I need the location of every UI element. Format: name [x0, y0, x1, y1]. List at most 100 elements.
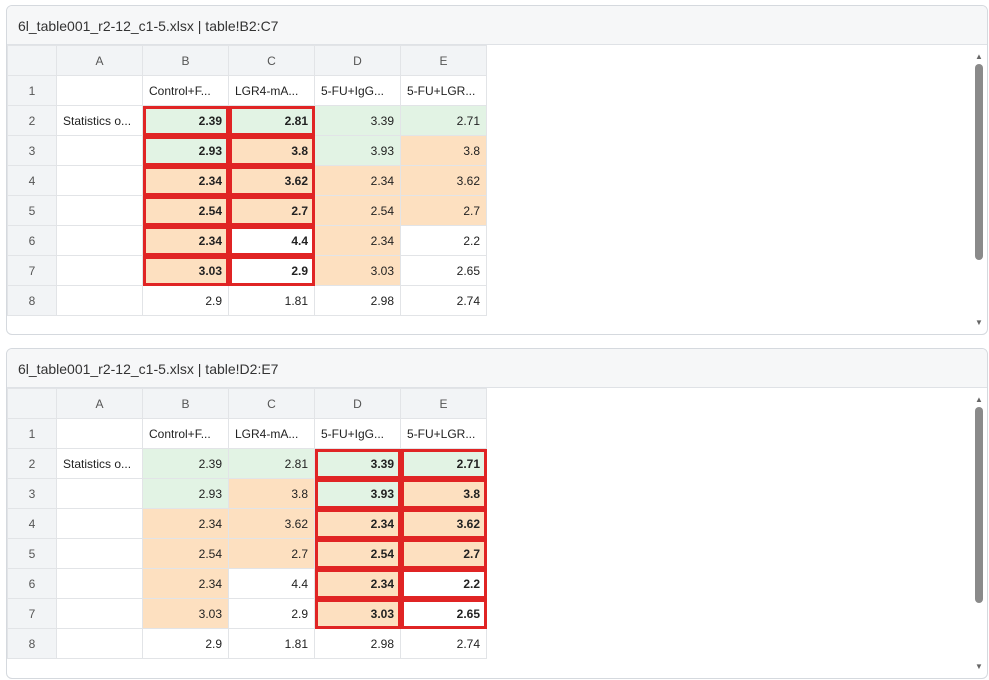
cell[interactable]: [56, 165, 143, 196]
row-header[interactable]: 7: [7, 255, 57, 286]
row-header[interactable]: 5: [7, 538, 57, 569]
row-header[interactable]: 3: [7, 478, 57, 509]
cell[interactable]: [56, 598, 143, 629]
cell[interactable]: 3.93: [314, 135, 401, 166]
cell[interactable]: 2.98: [314, 628, 401, 659]
cell[interactable]: [56, 418, 143, 449]
column-header-a[interactable]: A: [56, 388, 143, 419]
scroll-down-icon[interactable]: ▼: [973, 662, 985, 672]
cell[interactable]: Statistics o...: [56, 105, 143, 136]
cell[interactable]: 2.34: [142, 225, 229, 256]
cell[interactable]: [56, 628, 143, 659]
cell[interactable]: 2.98: [314, 285, 401, 316]
cell[interactable]: 2.81: [228, 448, 315, 479]
row-header[interactable]: 1: [7, 75, 57, 106]
column-header-e[interactable]: E: [400, 45, 487, 76]
row-header[interactable]: 8: [7, 285, 57, 316]
cell[interactable]: 2.34: [314, 225, 401, 256]
row-header[interactable]: 1: [7, 418, 57, 449]
vertical-scrollbar[interactable]: ▲ ▼: [973, 391, 985, 676]
cell[interactable]: 2.2: [400, 225, 487, 256]
cell[interactable]: [56, 225, 143, 256]
cell[interactable]: [56, 508, 143, 539]
cell[interactable]: 3.03: [314, 598, 401, 629]
cell[interactable]: 2.54: [314, 195, 401, 226]
row-header[interactable]: 5: [7, 195, 57, 226]
cell[interactable]: [56, 478, 143, 509]
cell[interactable]: 5-FU+IgG...: [314, 418, 401, 449]
cell[interactable]: 2.34: [314, 508, 401, 539]
cell[interactable]: Control+F...: [142, 75, 229, 106]
cell[interactable]: 2.9: [142, 628, 229, 659]
cell[interactable]: 2.65: [400, 598, 487, 629]
cell[interactable]: 2.81: [228, 105, 315, 136]
cell[interactable]: 2.93: [142, 135, 229, 166]
cell[interactable]: 2.34: [142, 165, 229, 196]
row-header[interactable]: 2: [7, 448, 57, 479]
row-header[interactable]: 2: [7, 105, 57, 136]
cell[interactable]: 2.71: [400, 448, 487, 479]
cell[interactable]: 3.39: [314, 105, 401, 136]
cell[interactable]: 2.7: [228, 538, 315, 569]
row-header[interactable]: 6: [7, 225, 57, 256]
cell[interactable]: 3.03: [142, 598, 229, 629]
cell[interactable]: 2.7: [400, 195, 487, 226]
cell[interactable]: 3.39: [314, 448, 401, 479]
cell[interactable]: 2.9: [228, 598, 315, 629]
cell[interactable]: 2.54: [142, 195, 229, 226]
cell[interactable]: [56, 255, 143, 286]
row-header[interactable]: 3: [7, 135, 57, 166]
cell[interactable]: 3.03: [314, 255, 401, 286]
cell[interactable]: LGR4-mA...: [228, 75, 315, 106]
row-header[interactable]: 8: [7, 628, 57, 659]
cell[interactable]: 3.8: [228, 135, 315, 166]
cell[interactable]: [56, 285, 143, 316]
column-header-b[interactable]: B: [142, 45, 229, 76]
cell[interactable]: Statistics o...: [56, 448, 143, 479]
cell[interactable]: 3.8: [400, 478, 487, 509]
cell[interactable]: 4.4: [228, 225, 315, 256]
cell[interactable]: 2.34: [314, 165, 401, 196]
column-header-c[interactable]: C: [228, 45, 315, 76]
cell[interactable]: 2.39: [142, 448, 229, 479]
row-header[interactable]: 6: [7, 568, 57, 599]
cell[interactable]: 2.34: [142, 568, 229, 599]
cell[interactable]: 2.93: [142, 478, 229, 509]
cell[interactable]: 2.9: [142, 285, 229, 316]
cell[interactable]: [56, 568, 143, 599]
cell[interactable]: 3.8: [400, 135, 487, 166]
column-header-b[interactable]: B: [142, 388, 229, 419]
cell[interactable]: 2.74: [400, 285, 487, 316]
cell[interactable]: Control+F...: [142, 418, 229, 449]
cell[interactable]: 5-FU+IgG...: [314, 75, 401, 106]
cell[interactable]: 5-FU+LGR...: [400, 75, 487, 106]
cell[interactable]: 3.62: [228, 165, 315, 196]
cell[interactable]: [56, 538, 143, 569]
column-header-d[interactable]: D: [314, 388, 401, 419]
cell[interactable]: LGR4-mA...: [228, 418, 315, 449]
cell[interactable]: 3.62: [400, 165, 487, 196]
corner-cell[interactable]: [7, 45, 57, 76]
column-header-a[interactable]: A: [56, 45, 143, 76]
cell[interactable]: 2.2: [400, 568, 487, 599]
row-header[interactable]: 4: [7, 508, 57, 539]
cell[interactable]: 1.81: [228, 628, 315, 659]
row-header[interactable]: 7: [7, 598, 57, 629]
scrollbar-thumb[interactable]: [975, 407, 983, 603]
cell[interactable]: 2.7: [400, 538, 487, 569]
cell[interactable]: 2.34: [142, 508, 229, 539]
scrollbar-thumb[interactable]: [975, 64, 983, 260]
column-header-d[interactable]: D: [314, 45, 401, 76]
cell[interactable]: [56, 75, 143, 106]
cell[interactable]: 3.93: [314, 478, 401, 509]
cell[interactable]: 4.4: [228, 568, 315, 599]
cell[interactable]: 2.54: [314, 538, 401, 569]
scroll-up-icon[interactable]: ▲: [973, 52, 985, 62]
cell[interactable]: 5-FU+LGR...: [400, 418, 487, 449]
column-header-c[interactable]: C: [228, 388, 315, 419]
corner-cell[interactable]: [7, 388, 57, 419]
cell[interactable]: 2.65: [400, 255, 487, 286]
column-header-e[interactable]: E: [400, 388, 487, 419]
cell[interactable]: 3.62: [400, 508, 487, 539]
cell[interactable]: 1.81: [228, 285, 315, 316]
